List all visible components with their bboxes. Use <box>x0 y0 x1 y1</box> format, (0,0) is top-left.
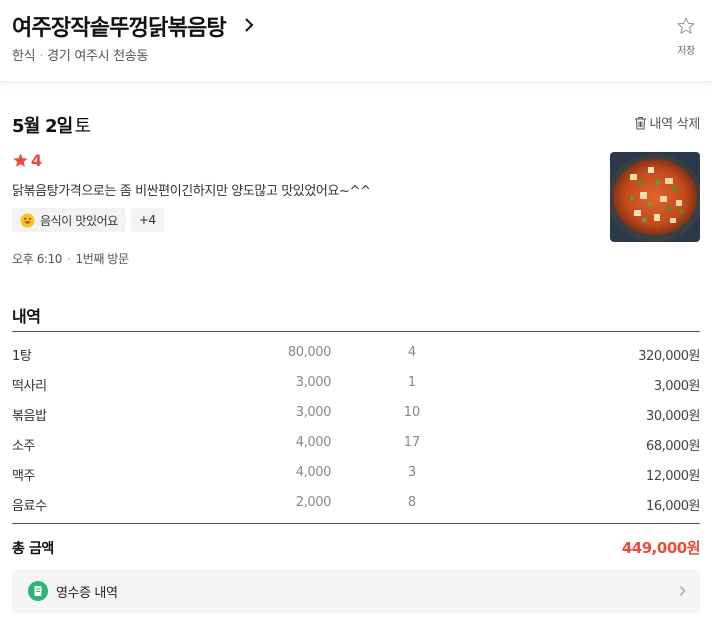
item-name: 떡사리 <box>12 379 47 394</box>
store-meta: 한식 · 경기 여주시 천송동 <box>12 45 148 64</box>
receipt-icon <box>28 581 48 601</box>
store-category: 한식 <box>12 49 36 64</box>
item-name: 음료수 <box>12 499 47 514</box>
item-qty: 1 <box>407 375 417 390</box>
document-glyph-icon <box>34 586 42 596</box>
delete-history-label: 내역 삭제 <box>649 117 701 132</box>
review-rating: 4 <box>12 151 42 170</box>
visit-time: 오후 6:10 <box>12 252 63 266</box>
item-amount: 320,000원 <box>638 349 700 364</box>
review-photo[interactable] <box>610 152 700 242</box>
item-price: 3,000 <box>295 405 332 420</box>
item-name: 1탕 <box>12 349 32 364</box>
item-row: 볶음밥 3,000 10 30,000원 <box>12 405 700 435</box>
item-qty: 8 <box>407 495 417 510</box>
star-outline-icon <box>677 17 695 34</box>
item-price: 3,000 <box>295 375 332 390</box>
visit-count: 1번째 방문 <box>75 252 129 266</box>
info-separator: · <box>67 252 71 266</box>
total-amount: 449,000원 <box>621 539 701 557</box>
item-name: 볶음밥 <box>12 409 47 424</box>
items-divider-bottom <box>12 523 700 524</box>
item-amount: 12,000원 <box>646 469 700 484</box>
review-tags: 음식이 맛있어요 +4 <box>12 208 164 232</box>
total-label: 총 금액 <box>12 541 54 557</box>
item-amount: 3,000원 <box>653 379 701 394</box>
store-header: 여주장작솥뚜껑닭볶음탕 한식 · 경기 여주시 천송동 저장 <box>0 0 712 82</box>
visit-weekday: 토 <box>74 116 91 137</box>
save-button[interactable]: 저장 <box>674 16 698 57</box>
item-row: 소주 4,000 17 68,000원 <box>12 435 700 465</box>
tag-label: 음식이 맛있어요 <box>40 213 118 228</box>
review-text: 닭볶음탕가격으로는 좀 비싼편이긴하지만 양도많고 맛있었어요~^^ <box>12 184 371 199</box>
chevron-right-icon[interactable] <box>244 17 254 33</box>
item-amount: 68,000원 <box>646 439 700 454</box>
item-name: 맥주 <box>12 469 36 484</box>
food-photo-image <box>610 152 700 242</box>
visit-date-text: 5월 2일 <box>12 116 73 137</box>
item-amount: 16,000원 <box>646 499 700 514</box>
item-row: 음료수 2,000 8 16,000원 <box>12 495 700 525</box>
save-label: 저장 <box>677 46 695 57</box>
trash-icon <box>634 116 646 129</box>
item-row: 떡사리 3,000 1 3,000원 <box>12 375 701 405</box>
visit-info: 오후 6:10 · 1번째 방문 <box>12 250 129 267</box>
item-row: 맥주 4,000 3 12,000원 <box>12 465 700 495</box>
tag-more[interactable]: +4 <box>130 208 164 232</box>
delete-history-button[interactable]: 내역 삭제 <box>634 113 700 132</box>
chevron-right-icon <box>680 586 686 596</box>
store-name[interactable]: 여주장작솥뚜껑닭볶음탕 <box>12 10 227 42</box>
item-price: 4,000 <box>295 465 332 480</box>
item-qty: 10 <box>403 405 421 420</box>
meta-separator: · <box>39 49 44 64</box>
item-qty: 17 <box>403 435 421 450</box>
receipt-button[interactable]: 영수증 내역 <box>12 569 700 613</box>
item-amount: 30,000원 <box>646 409 700 424</box>
items-section-title: 내역 <box>12 307 41 326</box>
item-price: 80,000 <box>287 345 331 360</box>
item-qty: 3 <box>407 465 417 480</box>
rating-value: 4 <box>31 151 43 170</box>
receipt-label: 영수증 내역 <box>56 586 118 601</box>
item-name: 소주 <box>12 439 36 454</box>
item-qty: 4 <box>407 345 417 360</box>
smile-emoji-icon <box>20 212 35 228</box>
items-divider-top <box>12 331 700 332</box>
star-filled-icon <box>13 153 28 167</box>
tag-more-label: +4 <box>138 213 156 227</box>
item-price: 2,000 <box>295 495 332 510</box>
item-price: 4,000 <box>295 435 332 450</box>
store-location: 경기 여주시 천송동 <box>47 49 149 64</box>
tag-food-tasty[interactable]: 음식이 맛있어요 <box>12 208 126 232</box>
visit-date: 5월 2일 토 <box>12 112 91 138</box>
item-row: 1탕 80,000 4 320,000원 <box>12 345 700 375</box>
